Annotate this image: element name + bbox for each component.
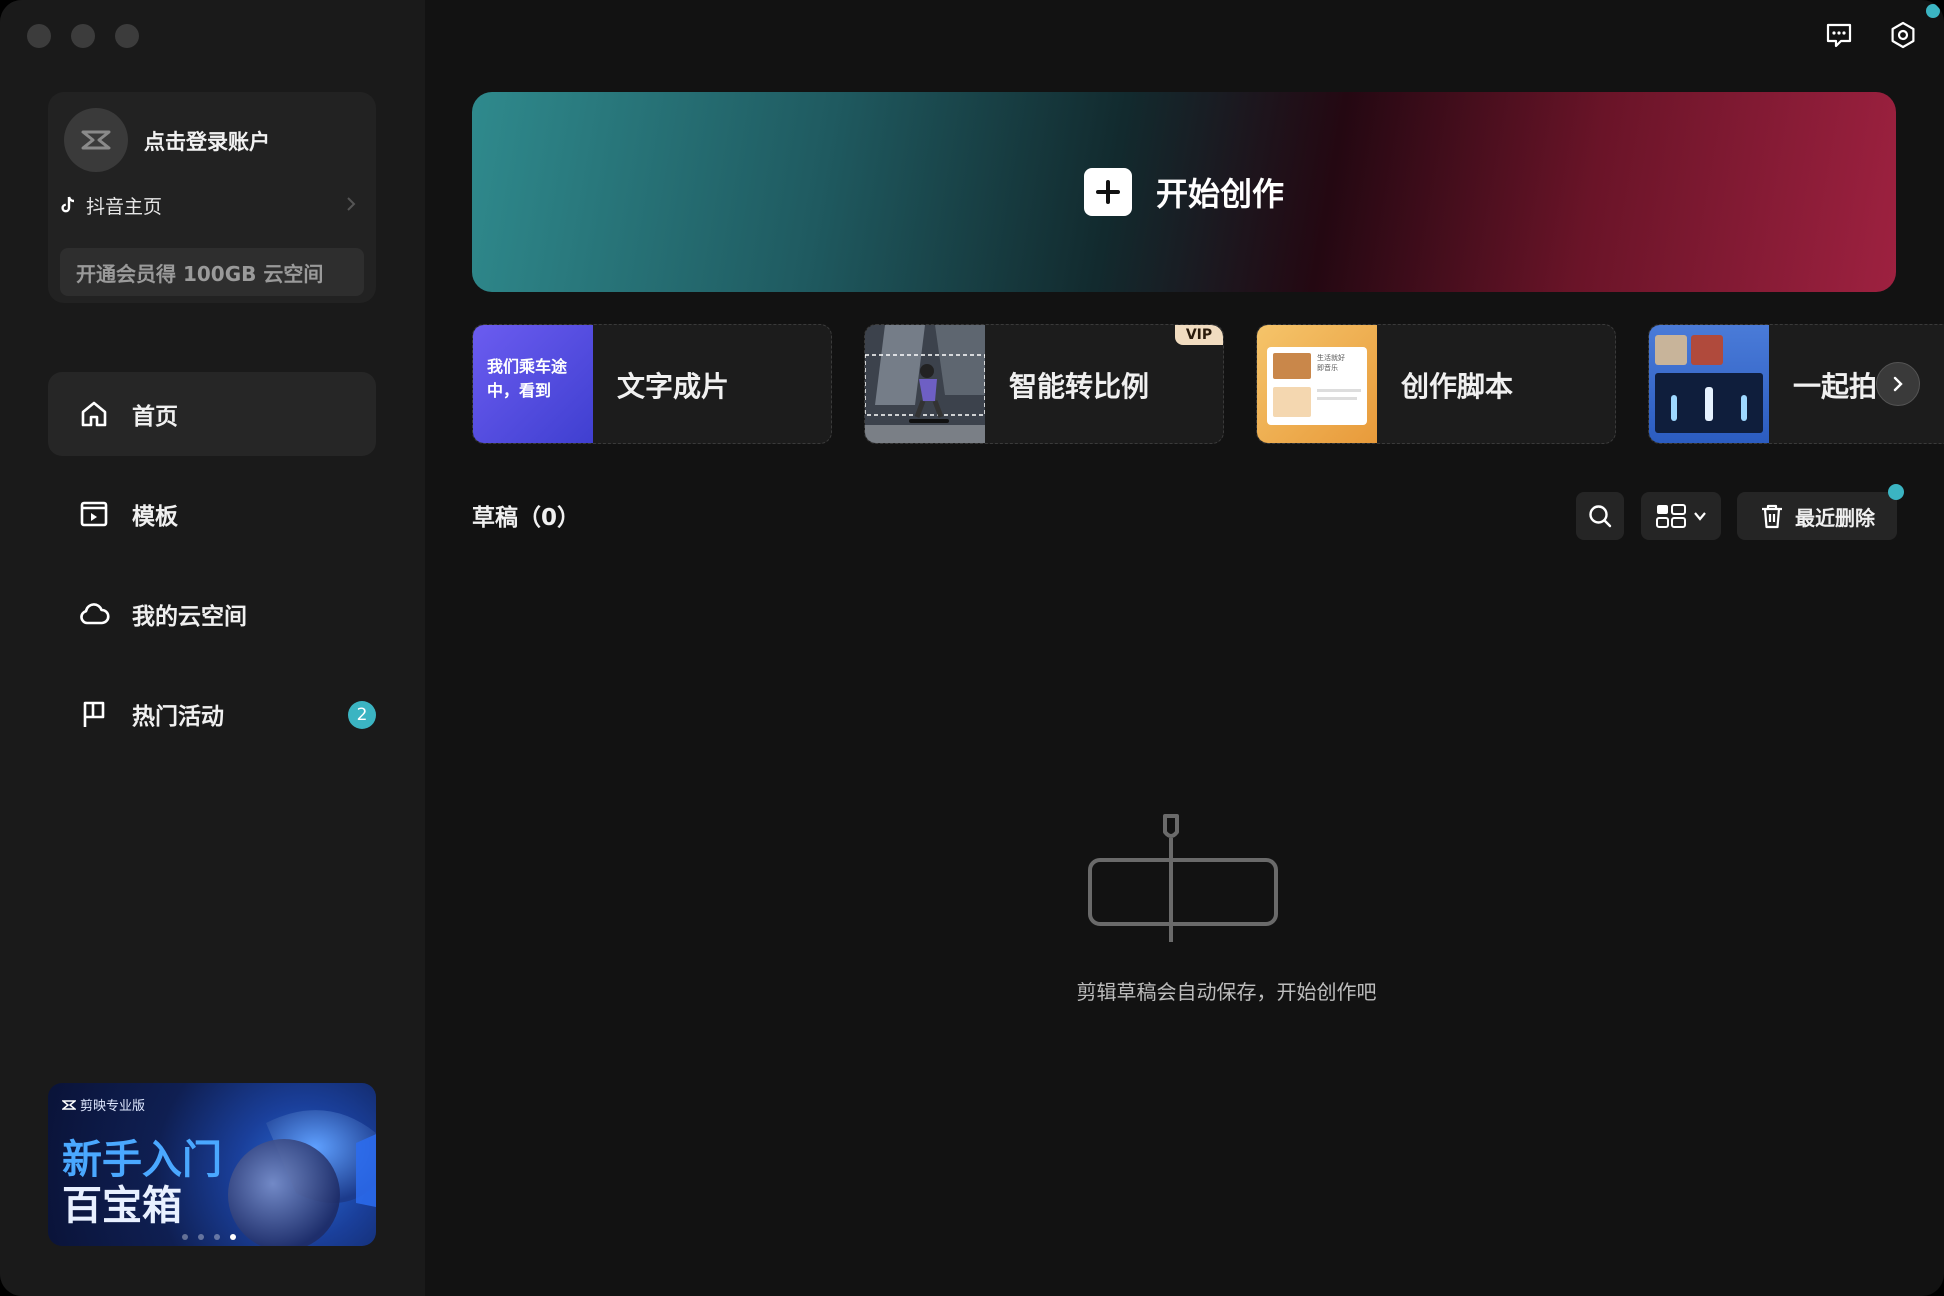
script-thumbnail: 生活就好 即音乐 [1257,325,1377,443]
nav-templates-label: 模板 [132,504,178,530]
douyin-label: 抖音主页 [86,195,163,218]
recently-deleted-dot [1888,484,1904,500]
capcut-logo-icon [62,1099,76,1110]
avatar[interactable] [64,108,128,172]
shoot-together-thumbnail [1649,325,1769,443]
nav-cloud-label: 我的云空间 [132,604,247,630]
feature-smart-ratio[interactable]: 智能转比例 VIP [864,324,1224,444]
grid-view-icon [1656,504,1686,528]
chevron-down-icon [1694,512,1706,521]
empty-drafts-illustration [1088,814,1278,942]
search-button[interactable] [1576,492,1624,540]
start-creation-button[interactable]: 开始创作 [472,92,1896,292]
empty-drafts-message: 剪辑草稿会自动保存，开始创作吧 [1076,980,1377,1004]
notification-dot [1926,4,1940,18]
banner-pagination [182,1234,236,1240]
chevron-right-icon [1893,376,1903,392]
feedback-icon[interactable] [1824,20,1854,50]
feature-label: 一起拍 [1793,370,1878,403]
app-window: 点击登录账户 抖音主页 开通会员得 100GB 云空间 首页 模板 我的云空间 … [0,0,1944,1296]
text-to-video-thumbnail: 我们乘车途中，看到 [473,325,593,443]
banner-dot-active[interactable] [230,1234,236,1240]
maximize-window-button[interactable] [115,24,139,48]
feature-label: 文字成片 [617,370,730,403]
banner-dot[interactable] [182,1234,188,1240]
banner-dot[interactable] [214,1234,220,1240]
feature-label: 创作脚本 [1401,370,1514,403]
banner-brand: 剪映专业版 [62,1095,145,1114]
plus-icon [1083,168,1132,216]
settings-icon[interactable] [1888,20,1918,50]
nav-cloud[interactable]: 我的云空间 [48,572,376,656]
recently-deleted-button[interactable]: 最近删除 [1737,492,1897,540]
banner-illustration [228,1110,376,1246]
nav-events[interactable]: 热门活动 2 [48,672,376,756]
nav-events-label: 热门活动 [132,704,224,730]
window-controls [27,24,139,48]
account-card: 点击登录账户 抖音主页 开通会员得 100GB 云空间 [48,92,376,303]
top-toolbar [1824,20,1918,50]
douyin-home-link[interactable]: 抖音主页 [58,190,358,220]
nav-home-label: 首页 [132,404,178,430]
skateboarder-image [865,325,986,443]
banner-title-line2: 百宝箱 [62,1183,182,1229]
feature-label: 智能转比例 [1009,370,1150,403]
drafts-title: 草稿（0） [472,505,581,531]
search-icon [1589,505,1612,528]
nav-templates[interactable]: 模板 [48,472,376,556]
chevron-right-icon [347,197,356,211]
vip-tag: VIP [1175,325,1223,345]
flag-icon [78,698,110,730]
beginner-guide-banner[interactable]: 剪映专业版 新手入门 百宝箱 [48,1083,376,1246]
events-count-badge: 2 [348,701,376,729]
template-icon [78,498,110,530]
minimize-window-button[interactable] [71,24,95,48]
capcut-logo-icon [81,130,111,150]
login-link[interactable]: 点击登录账户 [144,126,270,156]
home-icon [78,398,110,430]
feature-text-to-video[interactable]: 我们乘车途中，看到 文字成片 [472,324,832,444]
feature-script[interactable]: 生活就好 即音乐 创作脚本 [1256,324,1616,444]
vip-promo-button[interactable]: 开通会员得 100GB 云空间 [60,248,364,296]
nav-home[interactable]: 首页 [48,372,376,456]
view-mode-button[interactable] [1641,492,1721,540]
banner-dot[interactable] [198,1234,204,1240]
recently-deleted-label: 最近删除 [1795,505,1875,530]
start-creation-label: 开始创作 [1155,175,1284,213]
cards-next-button[interactable] [1876,362,1920,406]
sidebar: 点击登录账户 抖音主页 开通会员得 100GB 云空间 首页 模板 我的云空间 … [0,0,425,1296]
tiktok-icon [61,196,75,213]
feature-cards: 我们乘车途中，看到 文字成片 智能转比例 VIP 生活就好 即音乐 创作脚本 一… [472,324,1944,444]
close-window-button[interactable] [27,24,51,48]
trash-icon [1762,504,1782,529]
cloud-icon [78,598,110,630]
smart-ratio-thumbnail [865,325,986,443]
